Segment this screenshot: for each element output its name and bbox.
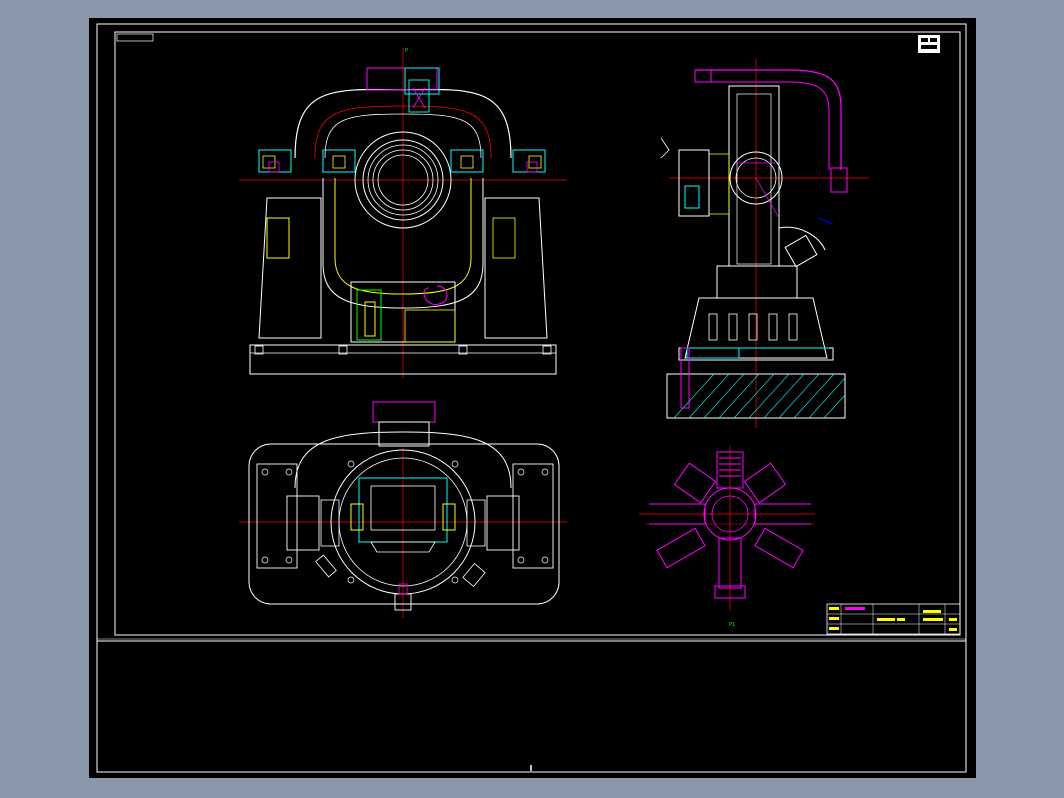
- view-label-p1: P1: [729, 622, 735, 628]
- cad-drawing: P P1: [89, 18, 976, 778]
- view-label-p: P: [405, 48, 408, 54]
- cad-viewport[interactable]: P P1: [89, 18, 976, 778]
- stamp-icon: [918, 35, 940, 53]
